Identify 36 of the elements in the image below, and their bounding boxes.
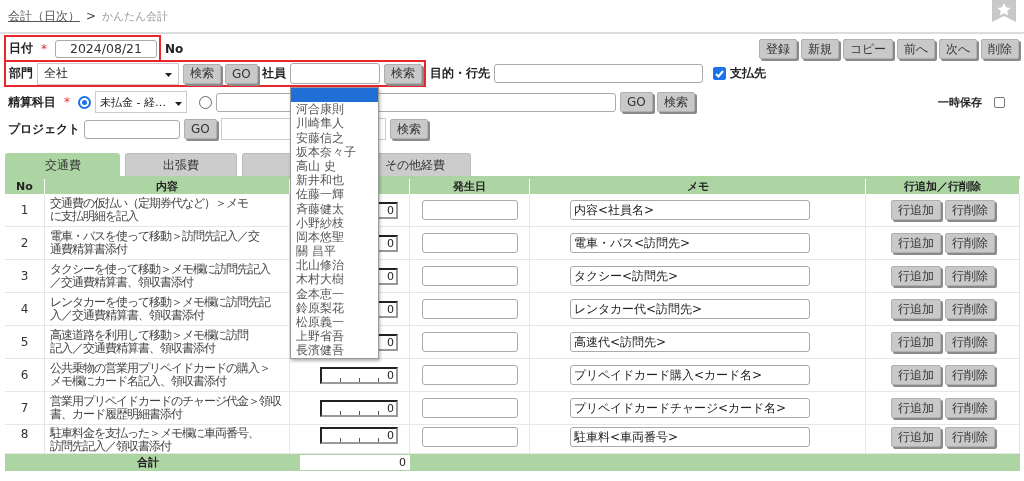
required-mark: * bbox=[64, 95, 70, 109]
field-label: 目的・行先 bbox=[429, 65, 490, 82]
breadcrumb-separator: > bbox=[86, 9, 97, 23]
table-cell: 交通費の仮払い（定期券代など）＞メモ に支払明細を記入 bbox=[50, 197, 248, 223]
required-mark: * bbox=[41, 41, 47, 56]
row-number: 8 bbox=[20, 427, 29, 441]
row-number: 2 bbox=[20, 236, 29, 250]
field-label: 精算科目 bbox=[8, 93, 56, 111]
field-label: プロジェクト bbox=[8, 120, 80, 138]
column-header: 内容 bbox=[45, 179, 290, 194]
field-label: 日付 bbox=[9, 40, 33, 57]
row-number: 5 bbox=[20, 335, 29, 349]
column-header: メモ bbox=[530, 179, 866, 194]
table-cell: 駐車料金を支払った＞メモ欄に車両番号、 訪問先記入／領収書添付 bbox=[50, 427, 259, 453]
row-number: 3 bbox=[20, 269, 29, 283]
table-cell: 営業用プリペイドカードのチャージ代金＞領収 書、カード履歴明細書添付 bbox=[50, 395, 281, 421]
table-cell: 電車・バスを使って移動＞訪問先記入／交 通費精算書添付 bbox=[50, 230, 259, 256]
row-number: 1 bbox=[20, 203, 29, 217]
table-cell: 公共乗物の営業用プリペイドカードの購入＞ メモ欄にカード名記入、領収書添付 bbox=[50, 362, 270, 388]
field-label: 支払先 bbox=[729, 65, 766, 82]
total-amount: 0 bbox=[300, 455, 410, 470]
table-cell: タクシーを使って移動＞メモ欄に訪問先記入 ／交通費精算書、領収書添付 bbox=[50, 263, 270, 289]
field-label: 社員 bbox=[261, 65, 286, 82]
breadcrumb-current: かんたん会計 bbox=[102, 8, 169, 24]
field-label: 部門 bbox=[9, 65, 33, 82]
total-label: 合計 bbox=[136, 455, 159, 470]
row-number: 7 bbox=[20, 401, 29, 415]
column-header: 発生日 bbox=[410, 179, 530, 194]
column-header: No bbox=[5, 179, 45, 194]
table-cell: レンタカーを使って移動＞メモ欄に訪問先記 入／交通費精算書、領収書添付 bbox=[50, 296, 270, 322]
row-number: 4 bbox=[20, 302, 29, 316]
field-label: 一時保存 bbox=[938, 94, 982, 110]
column-header: 行追加／行削除 bbox=[866, 179, 1020, 194]
table-cell: 高速道路を利用して移動＞メモ欄に訪問 記入／交通費精算書、領収書添付 bbox=[50, 329, 248, 355]
row-number: 6 bbox=[20, 368, 29, 382]
field-label: No bbox=[165, 41, 184, 56]
